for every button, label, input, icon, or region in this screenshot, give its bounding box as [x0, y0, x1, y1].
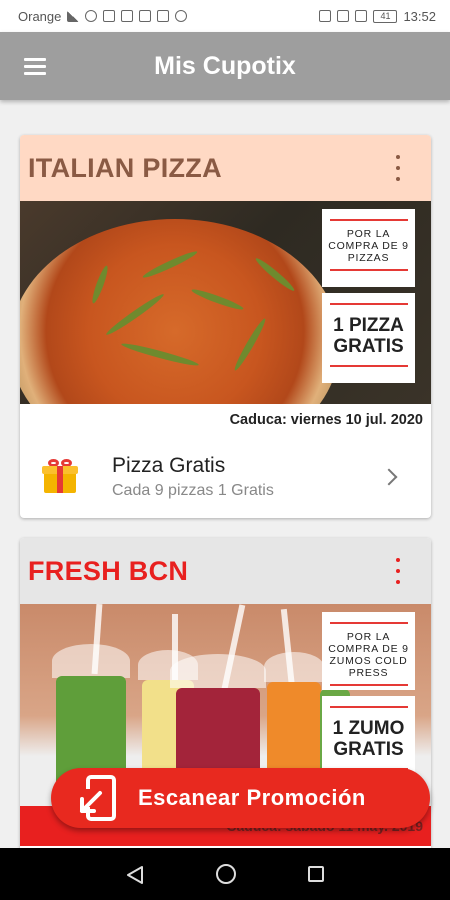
scan-promotion-button[interactable]: Escanear Promoción [51, 768, 430, 828]
chevron-right-icon [380, 468, 398, 486]
card-title: ITALIAN PIZZA [28, 152, 222, 183]
promo-reward: 1 PIZZA GRATIS [322, 293, 415, 383]
instagram-icon [139, 10, 152, 22]
more-vert-icon[interactable] [393, 558, 403, 584]
card-header: ITALIAN PIZZA [20, 135, 431, 201]
reward-item[interactable]: Pizza Gratis Cada 9 pizzas 1 Gratis [20, 437, 431, 517]
app-bar: Mis Cupotix [0, 32, 450, 100]
coupon-card[interactable]: ITALIAN PIZZA POR LA COMPRA DE 9 PIZZAS … [20, 135, 431, 518]
coupon-list[interactable]: ITALIAN PIZZA POR LA COMPRA DE 9 PIZZAS … [0, 100, 450, 848]
promo-banner[interactable]: POR LA COMPRA DE 9 PIZZAS 1 PIZZA GRATIS [20, 201, 431, 404]
promo-condition-text: POR LA COMPRA DE 9 ZUMOS COLD PRESS [328, 631, 409, 679]
card-header: FRESH BCN [20, 538, 431, 604]
promo-condition-text: POR LA COMPRA DE 9 PIZZAS [328, 228, 409, 264]
scan-icon [78, 775, 118, 821]
bluetooth-icon [337, 10, 350, 22]
card-title: FRESH BCN [28, 555, 189, 586]
reward-title: Pizza Gratis [112, 454, 226, 477]
vibrate-icon [355, 10, 368, 22]
status-bar: Orange 41 13:52 [0, 0, 450, 32]
wifi-icon [85, 10, 98, 22]
scan-button-label: Escanear Promoción [138, 785, 366, 810]
menu-icon [24, 58, 46, 75]
promo-condition: POR LA COMPRA DE 9 PIZZAS [322, 209, 415, 287]
gift-icon [40, 457, 80, 497]
signal-icon [67, 10, 80, 22]
clock: 13:52 [403, 8, 436, 24]
menu-button[interactable] [0, 32, 70, 100]
reward-subtitle: Cada 9 pizzas 1 Gratis [112, 482, 274, 499]
carrier-name: Orange [18, 8, 62, 24]
nav-home-icon[interactable] [216, 864, 236, 884]
nfc-icon [319, 10, 332, 22]
promo-reward-text: 1 PIZZA GRATIS [333, 315, 404, 357]
battery-level: 41 [380, 11, 391, 21]
nav-back-icon[interactable] [126, 865, 144, 884]
expiry-date: Caduca: viernes 10 jul. 2020 [229, 412, 423, 428]
battery-icon: 41 [373, 9, 398, 23]
nav-recent-icon[interactable] [308, 866, 324, 882]
notification-icon [121, 10, 134, 22]
linkedin-icon [157, 10, 170, 22]
promo-condition: POR LA COMPRA DE 9 ZUMOS COLD PRESS [322, 612, 415, 690]
promo-reward-text: 1 ZUMO GRATIS [332, 718, 405, 760]
twitter-icon [175, 10, 188, 22]
system-nav-bar [0, 848, 450, 900]
more-vert-icon[interactable] [393, 155, 403, 181]
usb-icon [103, 10, 116, 22]
